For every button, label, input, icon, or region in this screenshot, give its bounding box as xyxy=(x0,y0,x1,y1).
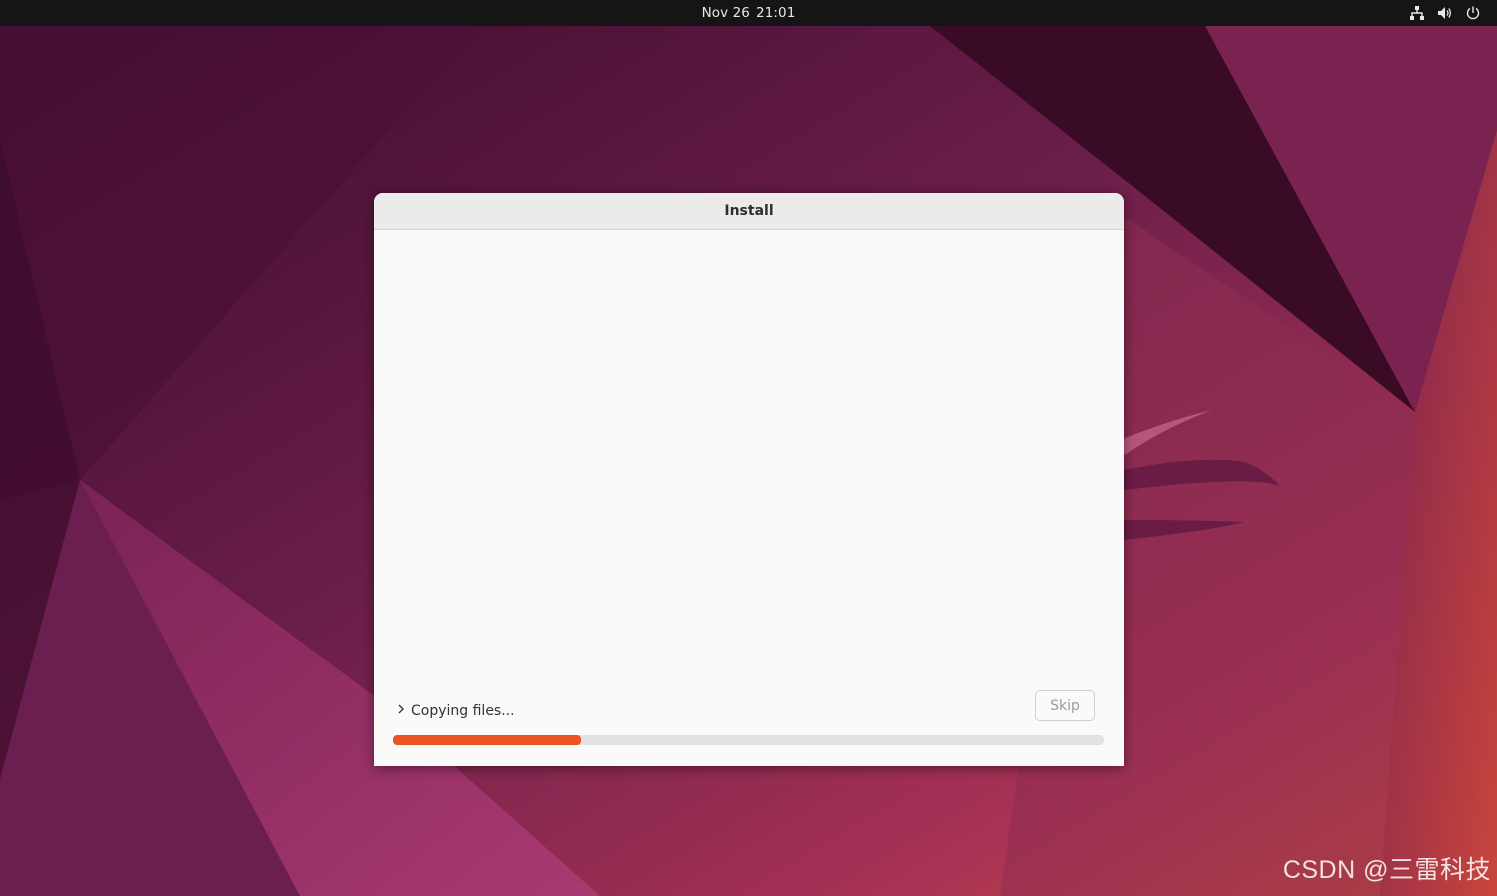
clock-date: Nov 26 xyxy=(701,5,750,21)
clock-time: 21:01 xyxy=(756,5,796,21)
watermark: CSDN @三雷科技 xyxy=(1282,856,1491,884)
window-title[interactable]: Install xyxy=(374,193,1124,230)
system-tray[interactable] xyxy=(1409,5,1481,21)
progress-bar xyxy=(393,735,1104,745)
status-text: Copying files... xyxy=(411,703,515,719)
desktop: Nov 26 21:01 Install Copying files... Sk… xyxy=(0,0,1497,896)
skip-button[interactable]: Skip xyxy=(1035,690,1095,721)
network-icon[interactable] xyxy=(1409,5,1425,21)
volume-icon[interactable] xyxy=(1437,5,1453,21)
clock[interactable]: Nov 26 21:01 xyxy=(0,0,1497,26)
install-window: Install Copying files... Skip xyxy=(374,193,1124,766)
progress-fill xyxy=(393,735,582,745)
status-expander[interactable]: Copying files... xyxy=(396,700,515,722)
chevron-right-icon xyxy=(396,703,408,719)
top-bar: Nov 26 21:01 xyxy=(0,0,1497,26)
power-icon[interactable] xyxy=(1465,5,1481,21)
